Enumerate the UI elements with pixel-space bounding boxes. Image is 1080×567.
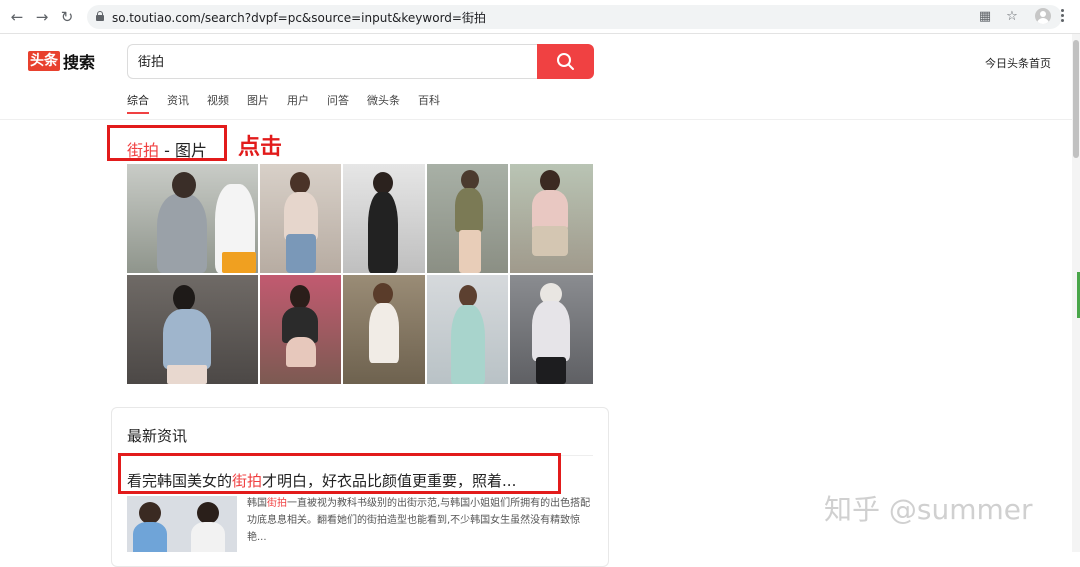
image-thumb[interactable] (127, 164, 258, 273)
url-text[interactable]: so.toutiao.com/search?dvpf=pc&source=inp… (112, 9, 486, 26)
logo-text: 搜索 (63, 53, 96, 72)
search-icon (557, 53, 574, 70)
address-bar[interactable]: so.toutiao.com/search?dvpf=pc&source=inp… (87, 5, 1062, 29)
toutiao-search-logo[interactable]: 头条 搜索 (28, 51, 96, 72)
image-thumb[interactable] (510, 164, 593, 273)
browser-toolbar: ← → ↻ so.toutiao.com/search?dvpf=pc&sour… (0, 0, 1080, 34)
page-scrollbar[interactable] (1072, 34, 1080, 552)
scrollbar-thumb[interactable] (1073, 40, 1079, 158)
tab-qa[interactable]: 问答 (327, 94, 349, 114)
search-input[interactable] (138, 53, 518, 68)
image-thumb[interactable] (427, 275, 508, 384)
tab-video[interactable]: 视频 (207, 94, 229, 114)
image-thumb[interactable] (427, 164, 508, 273)
tab-news[interactable]: 资讯 (167, 94, 189, 114)
article-thumbnail[interactable] (127, 496, 237, 552)
header-divider (0, 119, 1072, 120)
star-icon[interactable]: ☆ (1004, 9, 1020, 25)
logo-mark: 头条 (28, 51, 60, 71)
annotation-highlight-box (107, 125, 227, 161)
image-thumb[interactable] (343, 275, 425, 384)
search-button[interactable] (537, 44, 594, 79)
arrow-right-icon[interactable]: → (32, 7, 52, 27)
image-thumb[interactable] (260, 275, 341, 384)
more-menu-icon[interactable] (1061, 9, 1065, 23)
lock-icon (96, 11, 104, 21)
arrow-left-icon[interactable]: ← (7, 7, 27, 27)
search-tabs: 综合 资讯 视频 图片 用户 问答 微头条 百科 (127, 94, 458, 114)
annotation-article-box (118, 453, 561, 494)
image-thumb[interactable] (510, 275, 593, 384)
snippet-post: 一直被视为教科书级别的出街示范,与韩国小姐姐们所拥有的出色搭配功底息息相关。翻看… (247, 498, 591, 543)
toutiao-home-link[interactable]: 今日头条首页 (985, 55, 1051, 71)
news-section-title: 最新资讯 (127, 427, 188, 445)
tab-users[interactable]: 用户 (287, 94, 309, 114)
profile-avatar-icon[interactable] (1035, 8, 1051, 24)
zhihu-watermark: 知乎 @summer (824, 493, 1033, 526)
image-thumb[interactable] (343, 164, 425, 273)
image-grid (127, 164, 593, 384)
search-box (127, 44, 537, 79)
tab-micro-posts[interactable]: 微头条 (367, 94, 400, 114)
image-thumb[interactable] (127, 275, 258, 384)
annotation-click-label: 点击 (238, 135, 283, 160)
snippet-pre: 韩国 (247, 498, 267, 509)
reload-icon[interactable]: ↻ (57, 7, 77, 27)
image-thumb[interactable] (260, 164, 341, 273)
tab-wiki[interactable]: 百科 (418, 94, 440, 114)
snippet-keyword: 街拍 (267, 498, 287, 509)
tab-all[interactable]: 综合 (127, 94, 149, 114)
tab-images[interactable]: 图片 (247, 94, 269, 114)
article-snippet: 韩国街拍一直被视为教科书级别的出街示范,与韩国小姐姐们所拥有的出色搭配功底息息相… (247, 495, 597, 546)
qr-code-icon[interactable]: ▦ (977, 9, 993, 25)
